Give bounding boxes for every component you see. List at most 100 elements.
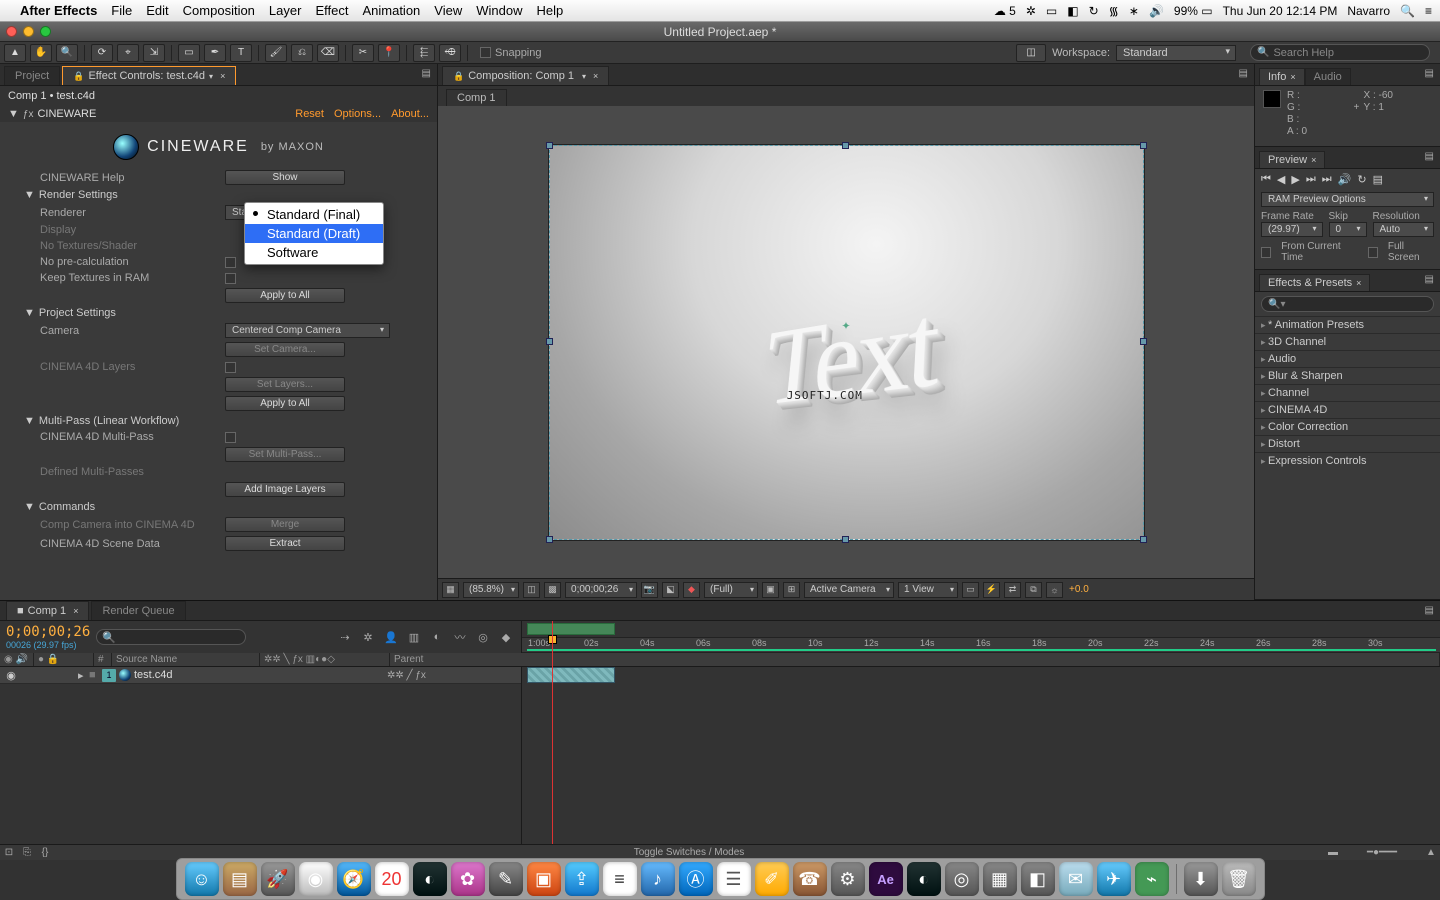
wifi-icon[interactable]: ᯾: [1109, 2, 1119, 19]
cloud-icon[interactable]: ☁ 5: [994, 4, 1016, 18]
ep-category[interactable]: * Animation Presets: [1255, 316, 1440, 333]
zoom-tool-icon[interactable]: 🔍: [56, 44, 78, 62]
show-channel-icon[interactable]: ⬕: [662, 582, 679, 598]
merge-button[interactable]: Merge: [225, 517, 345, 532]
c4d-multipass-checkbox[interactable]: [225, 432, 236, 443]
dock-notes-icon[interactable]: ✐: [755, 862, 789, 896]
menu-edit[interactable]: Edit: [146, 3, 168, 18]
snapshot-icon[interactable]: 📷: [641, 582, 658, 598]
shy-icon[interactable]: 👤: [382, 628, 400, 646]
always-preview-icon[interactable]: ▦: [442, 582, 459, 598]
ep-category[interactable]: Audio: [1255, 350, 1440, 367]
flowchart-icon[interactable]: ⧉: [1025, 582, 1042, 598]
audio-tab[interactable]: Audio: [1305, 68, 1351, 85]
composition-tab[interactable]: 🔒 Composition: Comp 1▾×: [442, 66, 609, 85]
mute-icon[interactable]: 🔊: [1338, 173, 1352, 186]
zoom-out-icon[interactable]: ▬: [1324, 847, 1342, 858]
panel-options-icon[interactable]: ▤: [422, 68, 431, 79]
rotation-tool-icon[interactable]: ⟳: [91, 44, 113, 62]
display-icon[interactable]: ▭: [1046, 4, 1057, 18]
ep-category[interactable]: Color Correction: [1255, 418, 1440, 435]
view-layout-dropdown[interactable]: 1 View: [898, 582, 958, 598]
ram-preview-icon[interactable]: ▤: [1373, 173, 1383, 186]
layer-handle-icon[interactable]: [1140, 338, 1147, 345]
transparency-grid-icon[interactable]: ▩: [544, 582, 561, 598]
dock-app-icon[interactable]: ◧: [1021, 862, 1055, 896]
dock-reminders-icon[interactable]: ≡: [603, 862, 637, 896]
menu-composition[interactable]: Composition: [183, 3, 255, 18]
dock-safari-icon[interactable]: 🧭: [337, 862, 371, 896]
about-link[interactable]: About...: [391, 108, 429, 120]
toggle-switches-modes[interactable]: Toggle Switches / Modes: [634, 847, 745, 858]
multipass-group[interactable]: ▼Multi-Pass (Linear Workflow): [0, 413, 437, 429]
user-name[interactable]: Navarro: [1347, 4, 1390, 18]
extract-button[interactable]: Extract: [225, 536, 345, 551]
first-frame-icon[interactable]: ⏮: [1261, 173, 1271, 186]
options-link[interactable]: Options...: [334, 108, 381, 120]
full-screen-checkbox[interactable]: [1368, 247, 1378, 258]
close-tab-icon[interactable]: ×: [220, 71, 225, 81]
dock-trash-icon[interactable]: 🗑: [1222, 862, 1256, 896]
panel-options-icon[interactable]: ▤: [1425, 605, 1434, 616]
dock-sysprefs-icon[interactable]: ⚙: [831, 862, 865, 896]
timeline-foot-icon[interactable]: {}: [36, 847, 54, 858]
minimize-window-icon[interactable]: [23, 26, 34, 37]
preview-res-dropdown[interactable]: Auto: [1373, 222, 1435, 237]
source-column-header[interactable]: Source Name: [112, 653, 260, 666]
layer-bar[interactable]: [527, 667, 615, 683]
camera-tool-icon[interactable]: ⌖: [117, 44, 139, 62]
menuextra-icon[interactable]: ✲: [1026, 4, 1036, 18]
loop-icon[interactable]: ↻: [1357, 173, 1366, 186]
show-button[interactable]: Show: [225, 170, 345, 185]
ep-category[interactable]: Channel: [1255, 384, 1440, 401]
renderer-option-software[interactable]: Software: [245, 243, 383, 262]
apply-all-renderer-button[interactable]: Apply to All: [225, 288, 345, 303]
app-name[interactable]: After Effects: [20, 3, 97, 18]
dock-contacts-icon[interactable]: ☎: [793, 862, 827, 896]
motion-blur-icon[interactable]: ◐: [428, 628, 446, 646]
current-timecode[interactable]: 0;00;00;26: [6, 624, 90, 640]
playhead-line[interactable]: [552, 635, 553, 844]
dock-appstore-icon[interactable]: Ⓐ: [679, 862, 713, 896]
panel-options-icon[interactable]: ▤: [1425, 68, 1434, 79]
layer-handle-icon[interactable]: [1140, 536, 1147, 543]
draft-3d-icon[interactable]: ✲: [359, 628, 377, 646]
frame-blend-icon[interactable]: ▥: [405, 628, 423, 646]
clone-tool-icon[interactable]: ⎌: [291, 44, 313, 62]
layer-handle-icon[interactable]: [546, 142, 553, 149]
comp-subtab[interactable]: Comp 1: [446, 89, 507, 107]
menu-file[interactable]: File: [111, 3, 132, 18]
c4d-layers-checkbox[interactable]: [225, 362, 236, 373]
eraser-tool-icon[interactable]: ⌫: [317, 44, 339, 62]
timeline-search-input[interactable]: 🔍: [96, 629, 246, 645]
work-area-bar[interactable]: [527, 623, 615, 635]
timeline-layer-row[interactable]: ◉ ▸ ■ 1 test.c4d ✲✲ ╱ ƒx: [0, 667, 521, 684]
next-frame-icon[interactable]: ⏭: [1306, 173, 1316, 186]
dock-app-icon[interactable]: ▣: [527, 862, 561, 896]
dock-chrome-icon[interactable]: ◉: [299, 862, 333, 896]
ep-category[interactable]: Blur & Sharpen: [1255, 367, 1440, 384]
pan-behind-tool-icon[interactable]: ⇲: [143, 44, 165, 62]
commands-group[interactable]: ▼Commands: [0, 499, 437, 515]
exposure-value[interactable]: +0.0: [1069, 584, 1089, 595]
search-help-input[interactable]: 🔍 Search Help: [1250, 44, 1430, 61]
dock-launchpad-icon[interactable]: 🚀: [261, 862, 295, 896]
spotlight-icon[interactable]: 🔍: [1400, 4, 1415, 18]
bluetooth-icon[interactable]: ∗: [1129, 4, 1139, 18]
datetime[interactable]: Thu Jun 20 12:14 PM: [1223, 4, 1338, 18]
local-axis-icon[interactable]: ⬱: [413, 44, 435, 62]
timeline-foot-icon[interactable]: ⊡: [0, 847, 18, 858]
close-window-icon[interactable]: [6, 26, 17, 37]
dock-c4d-icon[interactable]: ◐: [907, 862, 941, 896]
resolution-dropdown[interactable]: (Full): [704, 582, 758, 598]
hand-tool-icon[interactable]: ✋: [30, 44, 52, 62]
color-mgmt-icon[interactable]: ◆: [683, 582, 700, 598]
timecode-display[interactable]: 0;00;00;26: [565, 582, 637, 598]
battery-status[interactable]: 99% ▭: [1174, 4, 1213, 18]
dock-app-icon[interactable]: ⇪: [565, 862, 599, 896]
roi-icon[interactable]: ▣: [762, 582, 779, 598]
auto-keyframe-icon[interactable]: ◆: [497, 628, 515, 646]
dock-itunes-icon[interactable]: ♪: [641, 862, 675, 896]
timemachine-icon[interactable]: ↻: [1089, 4, 1099, 18]
layer-name[interactable]: test.c4d: [134, 669, 173, 681]
